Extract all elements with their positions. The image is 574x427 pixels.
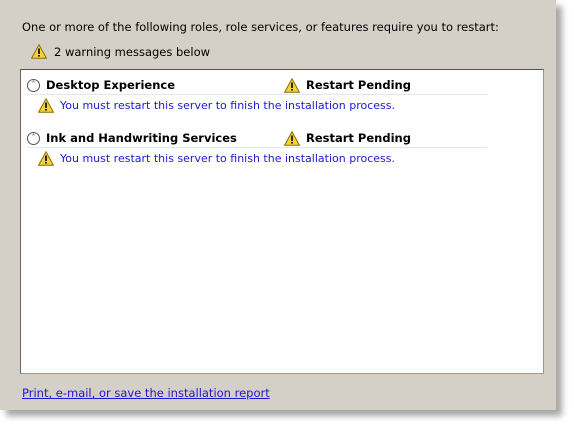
intro-text: One or more of the following roles, role… — [22, 20, 499, 34]
collapse-icon[interactable]: ˄ — [27, 78, 40, 92]
message-text: You must restart this server to finish t… — [60, 99, 395, 112]
warning-summary-text: 2 warning messages below — [54, 44, 211, 59]
warning-icon — [31, 44, 47, 59]
feature-status: Restart Pending — [284, 77, 411, 93]
feature-header: ˄ Ink and Handwriting Services Restart P… — [27, 129, 487, 148]
status-label: Restart Pending — [306, 131, 411, 145]
feature-name: Ink and Handwriting Services — [46, 131, 237, 145]
restart-dialog: One or more of the following roles, role… — [0, 0, 556, 410]
feature-message: You must restart this server to finish t… — [38, 98, 395, 113]
feature-status: Restart Pending — [284, 130, 411, 146]
feature-header: ˄ Desktop Experience Restart Pending — [27, 76, 487, 95]
warning-icon — [38, 98, 54, 113]
results-panel[interactable]: ˄ Desktop Experience Restart Pending You… — [20, 69, 544, 374]
message-text: You must restart this server to finish t… — [60, 152, 395, 165]
warning-icon — [38, 151, 54, 166]
feature-name: Desktop Experience — [46, 78, 175, 92]
installation-report-link[interactable]: Print, e-mail, or save the installation … — [22, 386, 270, 400]
warning-icon — [284, 77, 300, 93]
status-label: Restart Pending — [306, 78, 411, 92]
warning-icon — [284, 130, 300, 146]
warning-summary: 2 warning messages below — [31, 44, 210, 59]
collapse-icon[interactable]: ˄ — [27, 131, 40, 145]
feature-message: You must restart this server to finish t… — [38, 151, 395, 166]
